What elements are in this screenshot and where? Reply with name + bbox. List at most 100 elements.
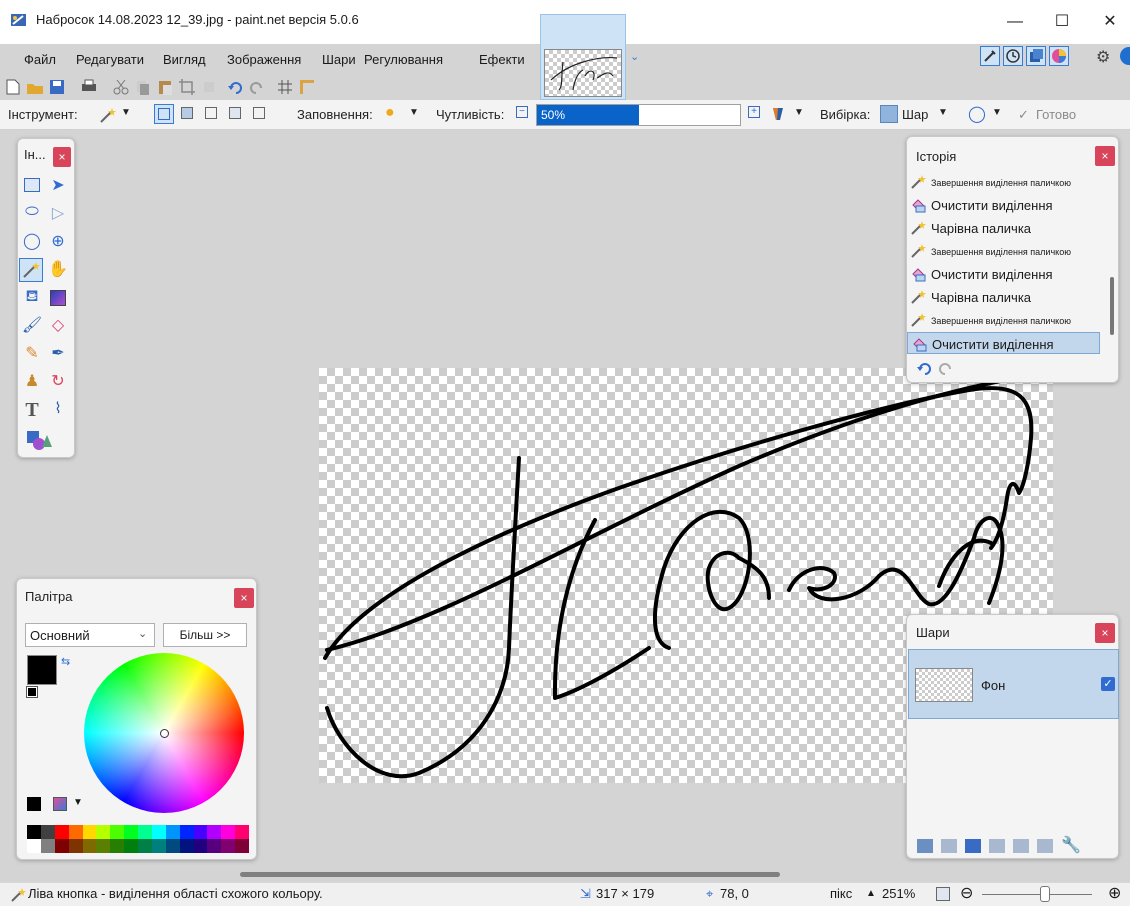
flood-mode-icon[interactable] [770, 106, 786, 122]
help-icon[interactable] [1120, 47, 1130, 65]
new-file-icon[interactable] [4, 78, 22, 96]
layer-properties-icon[interactable]: 🔧 [1061, 835, 1081, 855]
menu-layers[interactable]: Шари [322, 52, 356, 67]
recolor-tool-icon[interactable]: ↻ [47, 371, 69, 393]
fill-mode-icon[interactable]: ● [385, 104, 395, 122]
sampling-dropdown-icon[interactable]: ▼ [938, 107, 948, 118]
sampling-layer-icon[interactable] [880, 105, 898, 123]
tab-dropdown-icon[interactable]: ⌄ [630, 50, 639, 63]
tolerance-minus-icon[interactable]: − [516, 106, 528, 118]
history-panel-close-button[interactable]: × [1095, 146, 1115, 166]
text-tool-icon[interactable]: T [21, 399, 43, 421]
color-swatch-grid[interactable] [27, 825, 249, 853]
history-undo-icon[interactable] [915, 360, 933, 376]
shapes-tool-icon[interactable] [26, 429, 52, 451]
palette-dropdown-icon[interactable]: ▼ [73, 797, 83, 808]
zoom-slider-thumb[interactable] [1040, 886, 1050, 902]
duplicate-layer-icon[interactable] [965, 839, 981, 853]
minimize-button[interactable]: — [995, 8, 1035, 36]
close-window-button[interactable]: ✕ [1092, 8, 1128, 36]
reset-colors-icon[interactable] [26, 686, 38, 698]
menu-effects[interactable]: Ефекти [479, 52, 525, 67]
menu-adjustments[interactable]: Регулювання [364, 52, 443, 67]
ellipse-select-tool-icon[interactable]: ◯ [21, 231, 43, 253]
history-scrollbar[interactable] [1110, 277, 1114, 335]
eraser-tool-icon[interactable]: ◇ [47, 315, 69, 337]
color-picker-tool-icon[interactable]: ✒ [47, 343, 69, 365]
zoom-in-icon[interactable]: ⊕ [1108, 883, 1121, 903]
move-selection-tool-icon[interactable]: ▷ [47, 203, 69, 225]
zoom-value[interactable]: 251% [882, 886, 915, 901]
done-button[interactable]: Готово [1036, 107, 1076, 122]
layers-panel-close-button[interactable]: × [1095, 623, 1115, 643]
rectangle-select-tool-icon[interactable] [21, 175, 43, 197]
palette-panel-close-button[interactable]: × [234, 588, 254, 608]
history-item[interactable]: Завершення виділення паличкою [907, 171, 1100, 193]
units-select[interactable]: пікс [830, 886, 852, 901]
palette-select[interactable]: Основний ⌄ [25, 623, 155, 647]
units-dropdown-icon[interactable]: ▲ [866, 888, 876, 899]
swap-colors-icon[interactable]: ⇆ [61, 655, 70, 668]
tools-window-toggle-icon[interactable] [980, 46, 1000, 66]
history-redo-icon[interactable] [937, 360, 955, 376]
fill-dropdown-icon[interactable]: ▼ [409, 107, 419, 118]
lasso-select-tool-icon[interactable]: ⬭ [21, 203, 43, 225]
palette-more-button[interactable]: Більш >> [163, 623, 247, 647]
merge-layer-icon[interactable] [989, 839, 1005, 853]
history-item[interactable]: Завершення виділення паличкою [907, 309, 1100, 331]
add-layer-icon[interactable] [917, 839, 933, 853]
done-checkmark-icon[interactable]: ✓ [1018, 107, 1029, 123]
layer-row[interactable]: Фон ✓ [908, 649, 1119, 719]
antialias-dropdown-icon[interactable]: ▼ [992, 107, 1002, 118]
settings-gear-icon[interactable]: ⚙ [1096, 47, 1110, 67]
copy-icon[interactable] [134, 78, 152, 96]
cut-icon[interactable] [112, 78, 130, 96]
color-wheel-cursor[interactable] [160, 729, 169, 738]
crop-icon[interactable] [178, 78, 196, 96]
image-tab[interactable] [540, 14, 626, 100]
selection-mode-xor-icon[interactable] [250, 104, 270, 124]
selection-mode-intersect-icon[interactable] [226, 104, 246, 124]
menu-view[interactable]: Вигляд [163, 52, 206, 67]
sampling-value[interactable]: Шар [902, 107, 928, 122]
horizontal-scrollbar[interactable] [240, 872, 780, 877]
color-wheel[interactable] [84, 653, 244, 813]
layer-visibility-checkbox[interactable]: ✓ [1101, 677, 1115, 691]
magic-wand-icon[interactable] [98, 106, 118, 124]
colors-window-toggle-icon[interactable] [1049, 46, 1069, 66]
history-item[interactable]: Чарівна паличка [907, 286, 1100, 308]
selection-mode-replace-icon[interactable] [154, 104, 174, 124]
antialias-icon[interactable]: ◯ [968, 104, 986, 124]
history-window-toggle-icon[interactable] [1003, 46, 1023, 66]
tool-dropdown-icon[interactable]: ▼ [121, 107, 131, 118]
tolerance-plus-icon[interactable]: + [748, 106, 760, 118]
line-curve-tool-icon[interactable]: ⌇ [47, 399, 69, 421]
pan-tool-icon[interactable]: ✋ [47, 259, 69, 281]
selection-mode-union-icon[interactable] [178, 104, 198, 124]
paintbrush-tool-icon[interactable]: 🖌 [21, 315, 43, 337]
history-item[interactable]: Завершення виділення паличкою [907, 240, 1100, 262]
fit-window-icon[interactable] [936, 887, 950, 901]
selection-mode-exclude-icon[interactable] [202, 104, 222, 124]
layers-window-toggle-icon[interactable] [1026, 46, 1046, 66]
zoom-slider[interactable] [982, 894, 1092, 895]
tolerance-slider[interactable]: 50% [536, 104, 741, 126]
delete-layer-icon[interactable] [941, 839, 957, 853]
move-selected-tool-icon[interactable]: ➤ [47, 175, 69, 197]
menu-edit[interactable]: Редагувати [76, 52, 144, 67]
print-icon[interactable] [80, 78, 98, 96]
flood-mode-dropdown-icon[interactable]: ▼ [794, 107, 804, 118]
zoom-tool-icon[interactable]: ⊕ [47, 231, 69, 253]
deselect-icon[interactable] [200, 78, 218, 96]
history-item[interactable]: Очистити виділення [907, 194, 1100, 216]
ruler-icon[interactable] [298, 78, 316, 96]
paint-bucket-tool-icon[interactable]: ⛾ [21, 287, 43, 309]
pencil-tool-icon[interactable]: ✎ [21, 343, 43, 365]
save-icon[interactable] [48, 78, 66, 96]
history-item-selected[interactable]: Очистити виділення [907, 332, 1100, 354]
menu-image[interactable]: Зображення [227, 52, 301, 67]
add-to-palette-icon[interactable] [27, 797, 41, 811]
undo-icon[interactable] [226, 78, 244, 96]
grid-icon[interactable] [276, 78, 294, 96]
palette-menu-icon[interactable] [53, 797, 67, 811]
